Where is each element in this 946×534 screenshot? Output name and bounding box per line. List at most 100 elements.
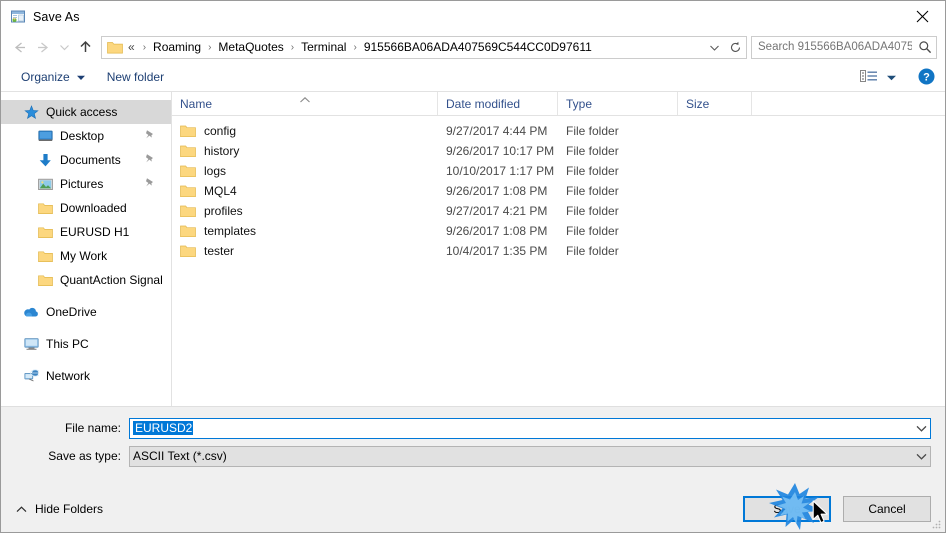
pin-icon[interactable]: [144, 153, 155, 167]
folder-icon: [180, 124, 196, 138]
sidebar-item-label: Quick access: [46, 105, 118, 119]
sidebar-item-this-pc[interactable]: This PC: [1, 332, 171, 356]
file-name-label: logs: [204, 164, 227, 178]
file-name-cell: templates: [172, 224, 438, 238]
chevron-down-icon[interactable]: [913, 425, 930, 432]
help-icon[interactable]: ?: [918, 68, 935, 85]
sidebar-item-label: OneDrive: [46, 305, 97, 319]
table-row[interactable]: profiles 9/27/2017 4:21 PM File folder: [172, 201, 945, 221]
chevron-down-icon[interactable]: [887, 70, 896, 84]
sidebar-item-label: Downloaded: [60, 201, 127, 215]
sidebar-item-my-work[interactable]: My Work: [1, 244, 171, 268]
file-type-cell: File folder: [566, 144, 619, 158]
breadcrumb-item-terminal[interactable]: Terminal: [300, 40, 347, 54]
forward-arrow-icon[interactable]: [31, 35, 55, 59]
sidebar-item-pictures[interactable]: Pictures: [1, 172, 171, 196]
pin-icon[interactable]: [144, 129, 155, 143]
sidebar-item-quantaction-signal[interactable]: QuantAction Signal: [1, 268, 171, 292]
breadcrumb-item-instance[interactable]: 915566BA06ADA407569C544CC0D97611: [363, 40, 593, 54]
search-box[interactable]: [751, 35, 937, 59]
hide-folders-label: Hide Folders: [35, 502, 104, 516]
file-name-label: MQL4: [204, 184, 237, 198]
table-row[interactable]: tester 10/4/2017 1:35 PM File folder: [172, 241, 945, 261]
sidebar-item-quick-access[interactable]: Quick access: [1, 100, 171, 124]
save-button[interactable]: Save: [743, 496, 831, 522]
new-folder-button[interactable]: New folder: [101, 68, 170, 86]
organize-label: Organize: [21, 69, 70, 84]
sidebar-item-label: This PC: [46, 337, 89, 351]
table-row[interactable]: MQL4 9/26/2017 1:08 PM File folder: [172, 181, 945, 201]
back-arrow-icon[interactable]: [7, 35, 31, 59]
close-icon[interactable]: [899, 1, 945, 31]
sidebar-item-network[interactable]: Network: [1, 364, 171, 388]
column-header-date-modified[interactable]: Date modified: [438, 92, 558, 115]
network-icon: [23, 368, 39, 384]
folder-icon: [37, 272, 53, 288]
file-rows: config 9/27/2017 4:44 PM File folder his…: [172, 116, 945, 406]
search-input[interactable]: [752, 40, 914, 54]
file-name-label: File name:: [64, 421, 121, 435]
sidebar-item-label: My Work: [60, 249, 108, 263]
up-arrow-icon[interactable]: [73, 35, 97, 59]
column-header-size[interactable]: Size: [678, 92, 752, 115]
file-type-cell: File folder: [566, 224, 619, 238]
file-type-row: Save as type: ASCII Text (*.csv): [1, 445, 945, 467]
file-type-cell: File folder: [566, 164, 619, 178]
column-header-type[interactable]: Type: [558, 92, 678, 115]
sidebar-item-desktop[interactable]: Desktop: [1, 124, 171, 148]
file-name-cell: logs: [172, 164, 438, 178]
table-row[interactable]: templates 9/26/2017 1:08 PM File folder: [172, 221, 945, 241]
chevron-down-icon: [76, 70, 85, 84]
svg-text:?: ?: [923, 72, 930, 84]
breadcrumb: « › Roaming › MetaQuotes › Terminal › 91…: [128, 40, 704, 54]
address-bar[interactable]: « › Roaming › MetaQuotes › Terminal › 91…: [101, 35, 747, 59]
file-name-selected-text: EURUSD2: [133, 421, 194, 435]
desktop-icon: [37, 128, 53, 144]
sidebar-item-downloaded[interactable]: Downloaded: [1, 196, 171, 220]
file-date-cell: 9/27/2017 4:21 PM: [446, 204, 548, 218]
folder-icon: [180, 224, 196, 238]
file-name-cell: profiles: [172, 204, 438, 218]
window-title: Save As: [33, 9, 80, 24]
recent-locations-chevron-icon[interactable]: [55, 35, 73, 59]
hide-folders-button[interactable]: Hide Folders: [11, 499, 108, 519]
file-date-cell: 9/26/2017 1:08 PM: [446, 184, 548, 198]
chevron-down-icon[interactable]: [913, 453, 930, 460]
file-name-label: config: [204, 124, 237, 138]
organize-button[interactable]: Organize: [15, 68, 91, 86]
file-name-label: profiles: [204, 204, 243, 218]
column-headers: Name Date modified Type Size: [172, 92, 945, 116]
save-as-type-select[interactable]: ASCII Text (*.csv): [129, 445, 931, 467]
breadcrumb-item-metaquotes[interactable]: MetaQuotes: [217, 40, 284, 54]
file-name-cell: MQL4: [172, 184, 438, 198]
search-icon[interactable]: [914, 40, 936, 54]
chevron-down-icon[interactable]: [704, 43, 724, 52]
breadcrumb-item-roaming[interactable]: Roaming: [152, 40, 202, 54]
sidebar-item-onedrive[interactable]: OneDrive: [1, 300, 171, 324]
title-bar: Save As: [1, 1, 945, 32]
this-pc-icon: [23, 336, 39, 352]
folder-icon: [180, 144, 196, 158]
file-name-value: EURUSD2: [130, 421, 913, 435]
refresh-icon[interactable]: [724, 41, 746, 54]
view-layout-icon[interactable]: [856, 67, 900, 86]
table-row[interactable]: logs 10/10/2017 1:17 PM File folder: [172, 161, 945, 181]
sort-ascending-caret: [299, 92, 310, 106]
file-name-input[interactable]: EURUSD2: [129, 417, 931, 439]
sidebar-item-eurusd-h1[interactable]: EURUSD H1: [1, 220, 171, 244]
sidebar-item-documents[interactable]: Documents: [1, 148, 171, 172]
dialog-footer: Hide Folders Save Cancel: [1, 485, 945, 532]
folder-icon: [180, 184, 196, 198]
cancel-button[interactable]: Cancel: [843, 496, 931, 522]
table-row[interactable]: config 9/27/2017 4:44 PM File folder: [172, 121, 945, 141]
folder-icon: [180, 204, 196, 218]
save-button-label: Save: [773, 502, 801, 516]
pin-icon[interactable]: [144, 177, 155, 191]
resize-grip-icon[interactable]: [930, 518, 942, 530]
save-form: File name: EURUSD2 Save as type: ASCII T…: [1, 406, 945, 485]
sidebar-divider: [1, 356, 171, 364]
column-header-name[interactable]: Name: [172, 92, 438, 115]
sidebar-item-label: QuantAction Signal: [60, 273, 163, 287]
folder-icon: [37, 224, 53, 240]
table-row[interactable]: history 9/26/2017 10:17 PM File folder: [172, 141, 945, 161]
